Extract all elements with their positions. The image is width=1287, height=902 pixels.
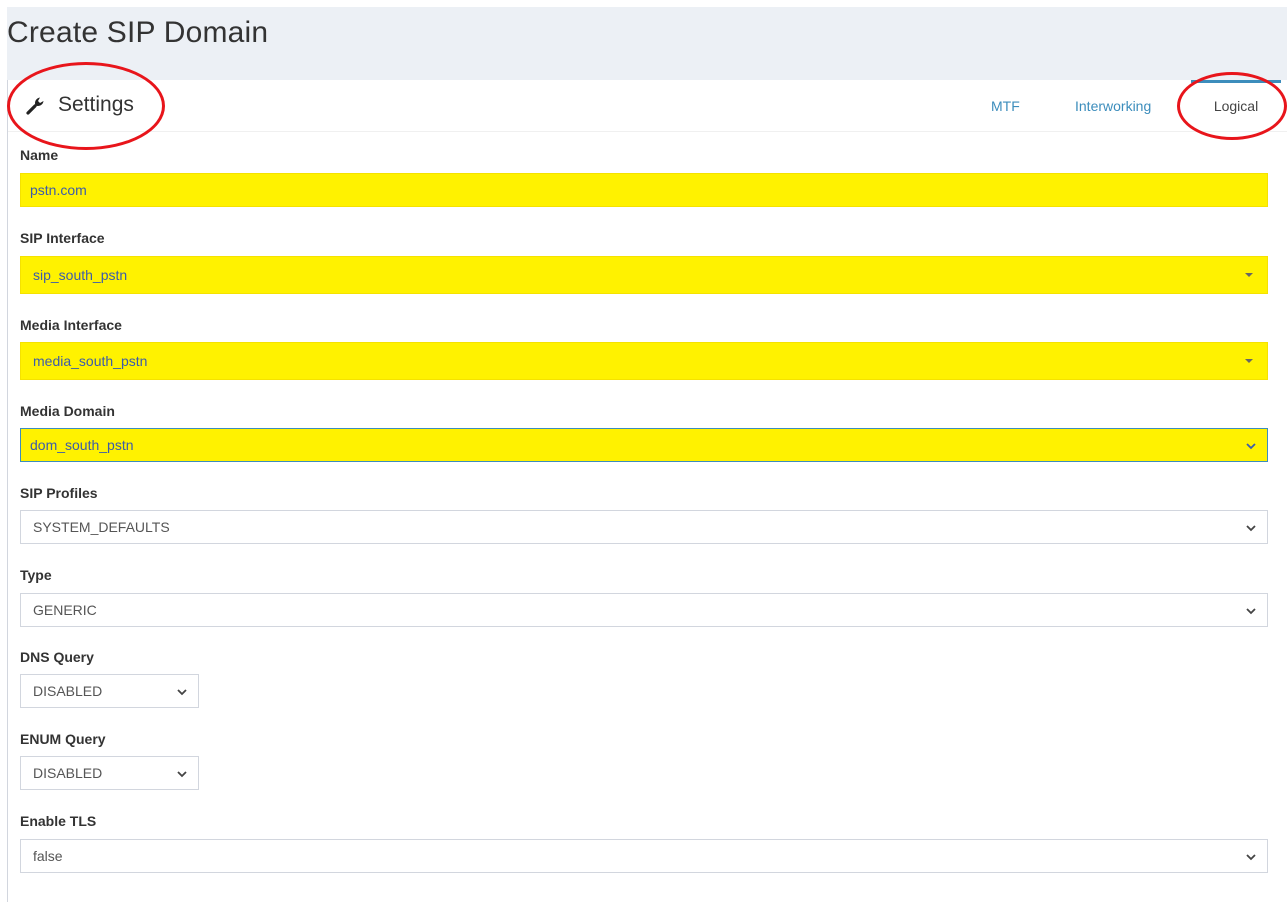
name-value: pstn.com: [30, 182, 87, 198]
chevron-down-icon: [1244, 604, 1258, 618]
caret-down-icon: [1245, 359, 1253, 363]
settings-title: Settings: [58, 93, 134, 116]
page-title: Create SIP Domain: [7, 16, 269, 49]
media-interface-label: Media Interface: [20, 317, 122, 333]
sip-interface-label: SIP Interface: [20, 230, 105, 246]
type-label: Type: [20, 567, 52, 583]
panel-header: Settings MTF Interworking Logical: [8, 80, 1287, 132]
tab-mtf[interactable]: MTF: [991, 98, 1020, 114]
type-value: GENERIC: [33, 602, 97, 618]
type-select[interactable]: GENERIC: [20, 593, 1268, 627]
name-input[interactable]: pstn.com: [20, 173, 1268, 207]
sip-interface-value: sip_south_pstn: [33, 267, 128, 283]
media-interface-value: media_south_pstn: [33, 353, 148, 369]
enum-query-select[interactable]: DISABLED: [20, 756, 199, 790]
tab-interworking[interactable]: Interworking: [1075, 98, 1151, 114]
dns-query-select[interactable]: DISABLED: [20, 674, 199, 708]
dns-query-label: DNS Query: [20, 649, 94, 665]
page-header: Create SIP Domain: [7, 7, 1287, 80]
media-domain-select[interactable]: dom_south_pstn: [20, 428, 1268, 462]
enable-tls-value: false: [33, 848, 63, 864]
enum-query-value: DISABLED: [33, 765, 103, 781]
sip-profiles-value: SYSTEM_DEFAULTS: [33, 519, 170, 535]
enum-query-label: ENUM Query: [20, 731, 106, 747]
media-domain-value: dom_south_pstn: [30, 437, 134, 453]
chevron-down-icon: [175, 767, 189, 781]
sip-profiles-select[interactable]: SYSTEM_DEFAULTS: [20, 510, 1268, 544]
chevron-down-icon: [1244, 439, 1258, 453]
sip-interface-select[interactable]: sip_south_pstn: [20, 256, 1268, 294]
settings-heading: Settings: [26, 91, 134, 119]
caret-down-icon: [1245, 273, 1253, 277]
enable-tls-label: Enable TLS: [20, 813, 97, 829]
name-label: Name: [20, 147, 59, 163]
wrench-icon: [26, 95, 46, 115]
chevron-down-icon: [175, 685, 189, 699]
chevron-down-icon: [1244, 850, 1258, 864]
tab-logical[interactable]: Logical: [1191, 80, 1281, 131]
media-interface-select[interactable]: media_south_pstn: [20, 342, 1268, 380]
enable-tls-select[interactable]: false: [20, 839, 1268, 873]
media-domain-label: Media Domain: [20, 403, 115, 419]
chevron-down-icon: [1244, 521, 1258, 535]
dns-query-value: DISABLED: [33, 683, 103, 699]
sip-profiles-label: SIP Profiles: [20, 485, 98, 501]
